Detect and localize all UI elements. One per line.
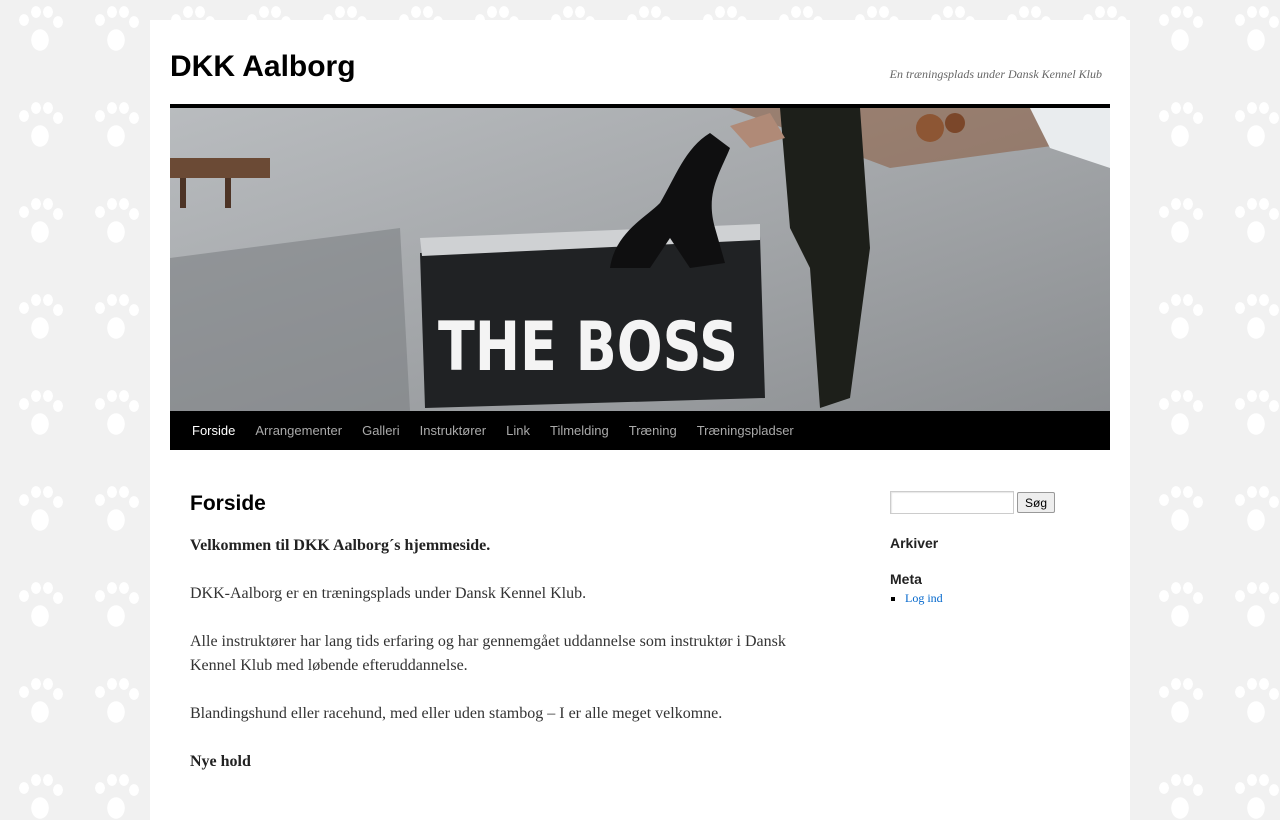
login-link[interactable]: Log ind	[905, 591, 943, 605]
page-title: Forside	[190, 492, 266, 515]
nav-item-traening[interactable]: Træning	[619, 411, 687, 450]
welcome-all-paragraph: Blandingshund eller racehund, med eller …	[190, 705, 723, 722]
site-description: En træningsplads under Dansk Kennel Klub	[889, 67, 1102, 81]
meta-list-item: Log ind	[905, 589, 1110, 607]
nav-item-forside[interactable]: Forside	[182, 411, 245, 450]
nav-item-galleri[interactable]: Galleri	[352, 411, 410, 450]
nav-item-traeningspladser[interactable]: Træningspladser	[687, 411, 804, 450]
meta-links: Log ind	[890, 589, 1110, 607]
nav-item-link[interactable]: Link	[496, 411, 540, 450]
meta-widget-title: Meta	[890, 571, 922, 587]
archives-widget-title: Arkiver	[890, 535, 939, 551]
search-input[interactable]	[890, 491, 1014, 514]
header-image: THE BOSS	[170, 108, 1110, 411]
main-navigation: Forside Arrangementer Galleri Instruktør…	[170, 411, 1110, 450]
intro-paragraph: DKK-Aalborg er en træningsplads under Da…	[190, 585, 587, 602]
search-button[interactable]: Søg	[1017, 492, 1056, 513]
new-teams-heading: Nye hold	[190, 753, 251, 770]
nav-item-arrangementer[interactable]: Arrangementer	[245, 411, 352, 450]
site-title[interactable]: DKK Aalborg	[170, 50, 356, 84]
search-form: Søg	[890, 491, 1110, 514]
nav-item-tilmelding[interactable]: Tilmelding	[540, 411, 619, 450]
sidebar: Søg Arkiver Meta Log ind	[890, 491, 1110, 607]
instructors-paragraph: Alle instruktører har lang tids erfaring…	[190, 633, 786, 674]
page-wrapper: DKK Aalborg En træningsplads under Dansk…	[150, 20, 1130, 820]
header-photo-illustration: THE BOSS	[170, 108, 1110, 411]
welcome-text: Velkommen til DKK Aalborg´s hjemmeside.	[190, 537, 491, 554]
main-content: Forside Velkommen til DKK Aalborg´s hjem…	[190, 490, 810, 798]
nav-item-instruktorer[interactable]: Instruktører	[410, 411, 496, 450]
banner-text: THE BOSS	[438, 308, 738, 387]
